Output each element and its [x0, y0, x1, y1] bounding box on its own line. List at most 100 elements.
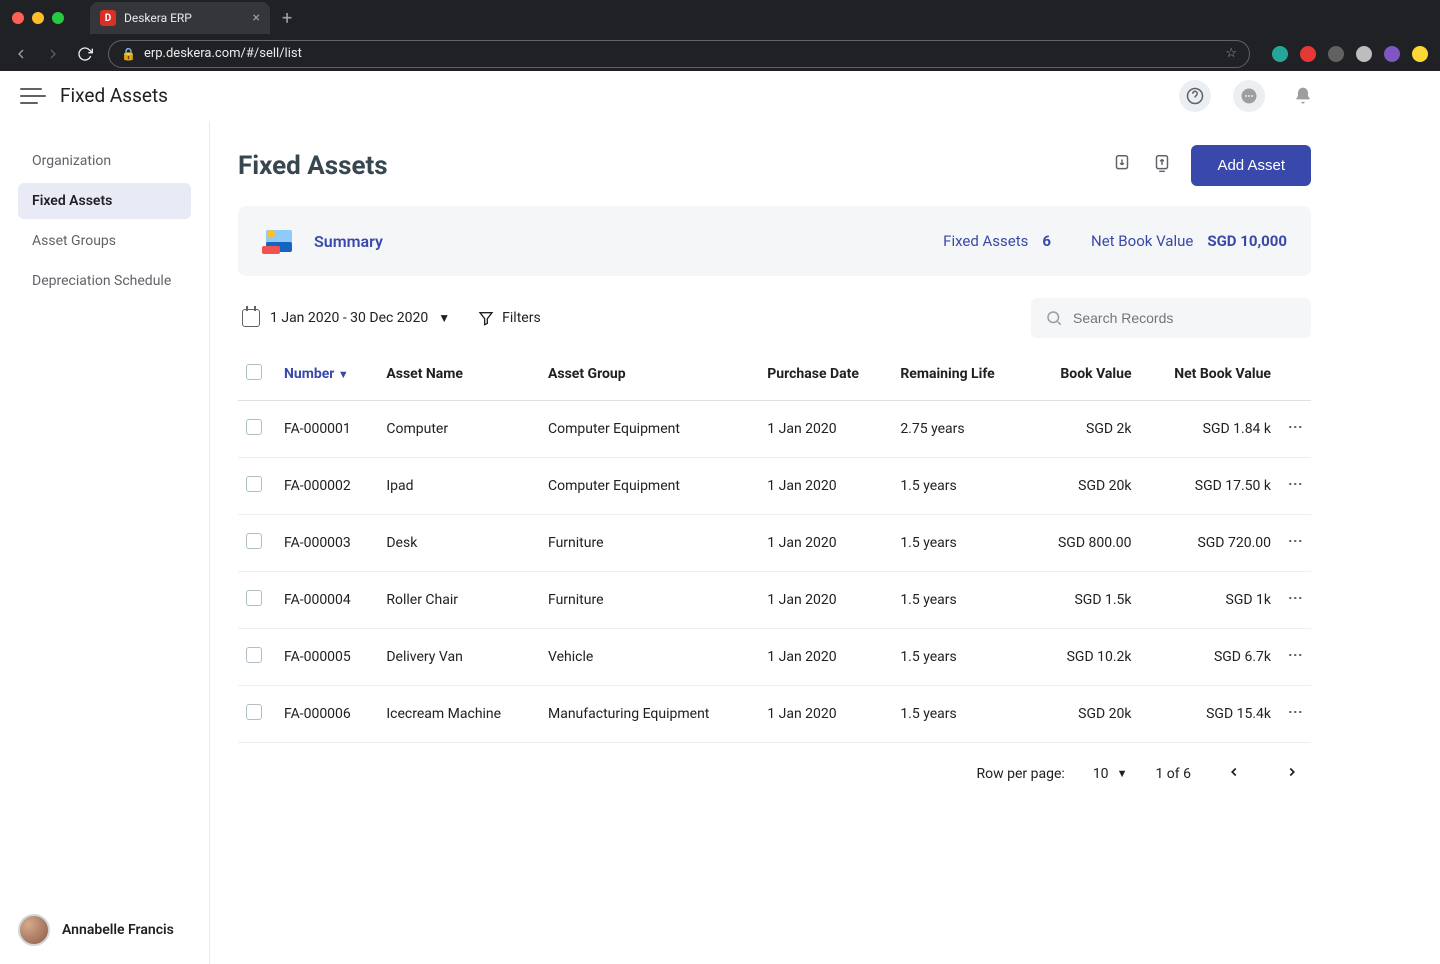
bell-icon[interactable] [1287, 80, 1319, 112]
cell-number: FA-000002 [276, 458, 378, 515]
extension-icon[interactable] [1412, 46, 1428, 62]
profile-icon[interactable] [1384, 46, 1400, 62]
filters-button[interactable]: Filters [478, 310, 541, 326]
row-checkbox[interactable] [246, 533, 262, 549]
rows-per-page-select[interactable]: 10 ▼ [1093, 766, 1128, 782]
col-number[interactable]: Number ▼ [276, 348, 378, 401]
col-remaining-life[interactable]: Remaining Life [892, 348, 1029, 401]
cell-date: 1 Jan 2020 [759, 629, 892, 686]
cell-group: Manufacturing Equipment [540, 686, 759, 743]
sidebar-item-asset-groups[interactable]: Asset Groups [18, 223, 191, 259]
table-row[interactable]: FA-000001ComputerComputer Equipment1 Jan… [238, 401, 1311, 458]
sidebar-item-fixed-assets[interactable]: Fixed Assets [18, 183, 191, 219]
cell-name: Roller Chair [378, 572, 540, 629]
cell-date: 1 Jan 2020 [759, 458, 892, 515]
extension-icon[interactable] [1328, 46, 1344, 62]
menu-icon[interactable] [20, 88, 46, 104]
row-checkbox[interactable] [246, 590, 262, 606]
prev-page-button[interactable] [1219, 763, 1249, 784]
col-purchase-date[interactable]: Purchase Date [759, 348, 892, 401]
row-checkbox[interactable] [246, 419, 262, 435]
chat-icon[interactable] [1233, 80, 1265, 112]
cell-name: Desk [378, 515, 540, 572]
url-text: erp.deskera.com/#/sell/list [144, 46, 302, 61]
search-input[interactable] [1073, 310, 1297, 326]
cell-number: FA-000001 [276, 401, 378, 458]
row-checkbox[interactable] [246, 704, 262, 720]
col-asset-name[interactable]: Asset Name [378, 348, 540, 401]
summary-label: Summary [314, 232, 383, 251]
stat-value: 6 [1042, 232, 1051, 250]
row-menu-icon[interactable]: ⋮ [1287, 420, 1303, 435]
filter-icon [478, 310, 494, 326]
col-book-value[interactable]: Book Value [1029, 348, 1140, 401]
help-icon[interactable] [1179, 80, 1211, 112]
reload-icon[interactable] [76, 46, 94, 62]
table-row[interactable]: FA-000002IpadComputer Equipment1 Jan 202… [238, 458, 1311, 515]
cell-group: Computer Equipment [540, 458, 759, 515]
row-checkbox[interactable] [246, 647, 262, 663]
summary-stat: Fixed Assets6 [943, 232, 1051, 250]
cell-life: 1.5 years [892, 686, 1029, 743]
cell-number: FA-000004 [276, 572, 378, 629]
cell-life: 2.75 years [892, 401, 1029, 458]
cell-number: FA-000006 [276, 686, 378, 743]
extension-icon[interactable] [1356, 46, 1372, 62]
row-menu-icon[interactable]: ⋮ [1287, 705, 1303, 720]
row-checkbox[interactable] [246, 476, 262, 492]
extension-icon[interactable] [1272, 46, 1288, 62]
col-asset-group[interactable]: Asset Group [540, 348, 759, 401]
cell-group: Computer Equipment [540, 401, 759, 458]
export-icon[interactable] [1151, 153, 1173, 179]
col-net-book-value[interactable]: Net Book Value [1140, 348, 1279, 401]
filters-label: Filters [502, 310, 541, 326]
cell-book: SGD 10.2k [1029, 629, 1140, 686]
row-menu-icon[interactable]: ⋮ [1287, 477, 1303, 492]
sidebar-item-organization[interactable]: Organization [18, 143, 191, 179]
next-page-button[interactable] [1277, 763, 1307, 784]
chevron-down-icon: ▼ [1117, 767, 1128, 780]
rows-per-page-label: Row per page: [977, 766, 1065, 782]
user-profile[interactable]: Annabelle Francis [0, 896, 209, 964]
main-content: Fixed Assets Add Asset Summary Fixed Ass… [210, 121, 1339, 964]
import-icon[interactable] [1111, 153, 1133, 179]
cell-group: Furniture [540, 515, 759, 572]
add-asset-button[interactable]: Add Asset [1191, 145, 1311, 186]
maximize-window-icon[interactable] [52, 12, 64, 24]
extension-icons [1264, 46, 1428, 62]
extension-icon[interactable] [1300, 46, 1316, 62]
close-window-icon[interactable] [12, 12, 24, 24]
cell-name: Icecream Machine [378, 686, 540, 743]
table-row[interactable]: FA-000006Icecream MachineManufacturing E… [238, 686, 1311, 743]
select-all-checkbox[interactable] [246, 364, 262, 380]
close-tab-icon[interactable]: × [253, 10, 260, 26]
page-range: 1 of 6 [1155, 766, 1191, 782]
tab-favicon-icon: D [100, 10, 116, 26]
browser-tab[interactable]: D Deskera ERP × [90, 2, 270, 34]
back-icon[interactable] [12, 46, 30, 62]
row-menu-icon[interactable]: ⋮ [1287, 534, 1303, 549]
search-box[interactable] [1031, 298, 1311, 338]
table-row[interactable]: FA-000004Roller ChairFurniture1 Jan 2020… [238, 572, 1311, 629]
table-row[interactable]: FA-000003DeskFurniture1 Jan 20201.5 year… [238, 515, 1311, 572]
table-row[interactable]: FA-000005Delivery VanVehicle1 Jan 20201.… [238, 629, 1311, 686]
forward-icon[interactable] [44, 46, 62, 62]
cell-net: SGD 1k [1140, 572, 1279, 629]
cell-net: SGD 1.84 k [1140, 401, 1279, 458]
cell-life: 1.5 years [892, 515, 1029, 572]
new-tab-button[interactable]: + [282, 8, 292, 29]
cell-life: 1.5 years [892, 458, 1029, 515]
sidebar-item-depreciation-schedule[interactable]: Depreciation Schedule [18, 263, 191, 299]
minimize-window-icon[interactable] [32, 12, 44, 24]
cell-group: Furniture [540, 572, 759, 629]
cell-book: SGD 20k [1029, 686, 1140, 743]
date-range-picker[interactable]: 1 Jan 2020 - 30 Dec 2020 ▼ [238, 303, 454, 333]
cell-net: SGD 17.50 k [1140, 458, 1279, 515]
cell-date: 1 Jan 2020 [759, 572, 892, 629]
cell-book: SGD 20k [1029, 458, 1140, 515]
row-menu-icon[interactable]: ⋮ [1287, 591, 1303, 606]
star-icon[interactable]: ☆ [1225, 46, 1237, 61]
url-input[interactable]: 🔒 erp.deskera.com/#/sell/list ☆ [108, 40, 1250, 68]
search-icon [1045, 309, 1063, 327]
row-menu-icon[interactable]: ⋮ [1287, 648, 1303, 663]
